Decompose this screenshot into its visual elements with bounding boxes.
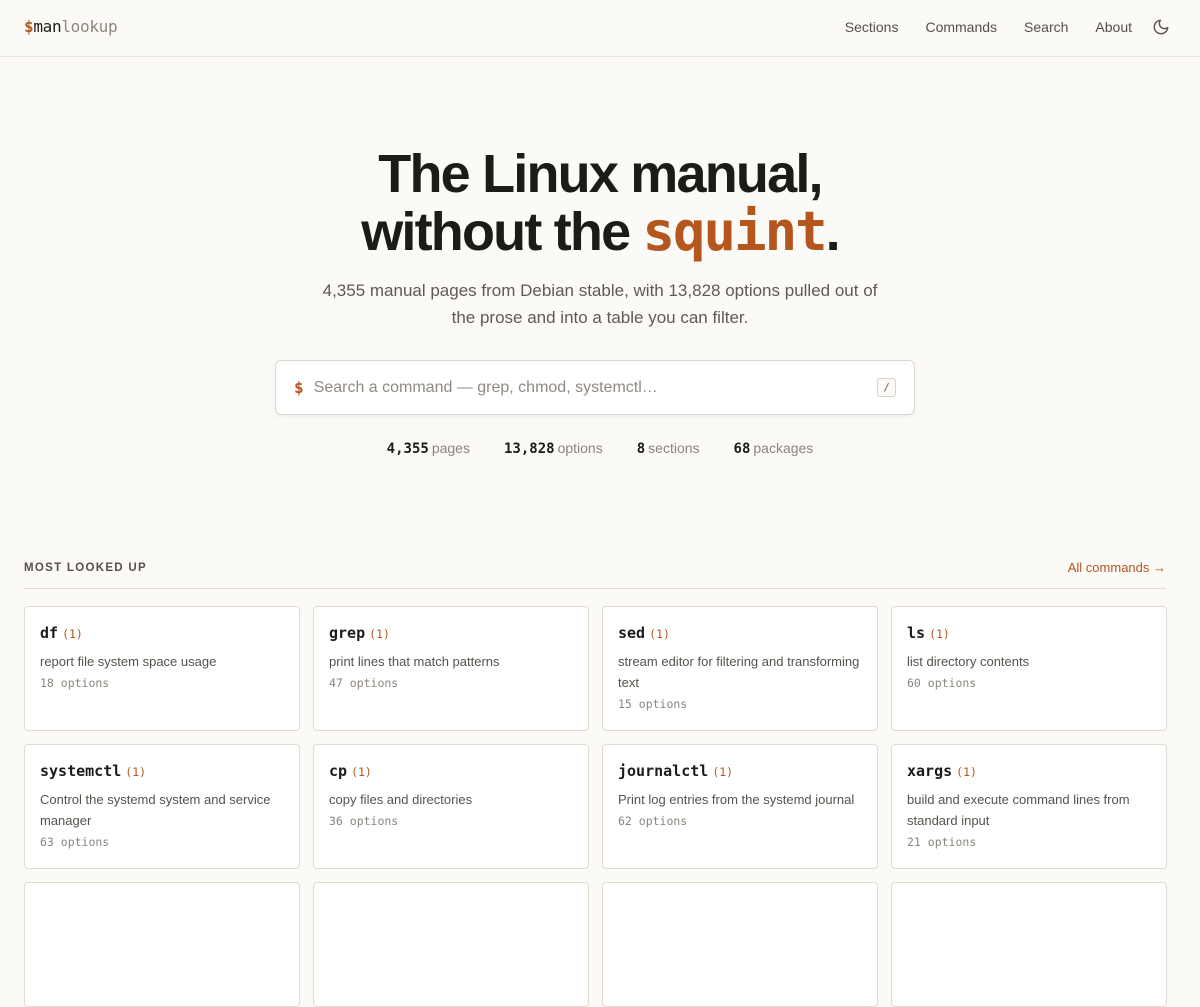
stat-label: options: [557, 440, 603, 456]
command-card[interactable]: xargs (1) build and execute command lines…: [891, 744, 1167, 869]
command-option-count: 36 options: [329, 814, 399, 828]
nav-commands[interactable]: Commands: [925, 19, 997, 35]
hero-title-line1: The Linux manual,: [378, 144, 823, 204]
command-name: cp: [329, 762, 348, 780]
command-section: (1): [712, 765, 734, 779]
command-name: systemctl: [40, 762, 122, 780]
command-description: copy files and directories: [329, 792, 473, 807]
search-prompt-icon: $: [294, 378, 304, 397]
command-name: ls: [907, 624, 926, 642]
moon-icon[interactable]: [1152, 18, 1170, 36]
command-card[interactable]: [313, 882, 589, 1007]
stat-label: sections: [648, 440, 700, 456]
stat-label: packages: [753, 440, 814, 456]
command-section: (1): [351, 765, 372, 779]
nav-search[interactable]: Search: [1024, 19, 1068, 35]
command-name: xargs: [907, 762, 953, 780]
command-description: Control the systemd system and service m…: [40, 792, 271, 828]
search-box: $ /: [275, 360, 915, 415]
command-card-grid: df (1) report file system space usage 18 …: [24, 606, 1167, 1007]
stat-label: pages: [431, 440, 470, 456]
search-input[interactable]: [313, 378, 877, 397]
nav-about[interactable]: About: [1095, 19, 1132, 35]
hero-subtitle: 4,355 manual pages from Debian stable, w…: [322, 281, 878, 327]
command-card[interactable]: systemctl (1) Control the systemd system …: [24, 744, 300, 869]
command-card[interactable]: cp (1) copy files and directories 36 opti…: [313, 744, 589, 869]
stat-sections: 8 sections: [637, 440, 700, 457]
command-card[interactable]: grep (1) print lines that match patterns …: [313, 606, 589, 731]
command-option-count: 60 options: [907, 676, 977, 690]
command-card[interactable]: sed (1) stream editor for filtering and t…: [602, 606, 878, 731]
main-nav: Sections Commands Search About: [818, 18, 1170, 36]
command-section: (1): [956, 765, 977, 779]
top-bar: $manlookup Sections Commands Search Abou…: [0, 0, 1200, 57]
command-description: report file system space usage: [40, 654, 217, 669]
command-description: print lines that match patterns: [329, 654, 500, 669]
hero-title-period: .: [825, 202, 841, 262]
command-option-count: 47 options: [329, 676, 399, 690]
stat-value: 13,828: [503, 441, 555, 457]
command-description: list directory contents: [907, 654, 1030, 669]
hero-title: The Linux manual, without the squint.: [0, 145, 1200, 261]
command-option-count: 63 options: [40, 835, 110, 849]
command-option-count: 15 options: [618, 697, 688, 711]
command-option-count: 18 options: [40, 676, 110, 690]
site-logo[interactable]: $manlookup: [24, 17, 118, 36]
command-card[interactable]: [891, 882, 1167, 1007]
all-commands-link[interactable]: All commands →: [1068, 560, 1166, 575]
stats-row: 4,355 pages 13,828 options 8 sections 68 pac…: [0, 440, 1200, 457]
section-title: MOST LOOKED UP: [24, 562, 147, 574]
stat-pages: 4,355 pages: [387, 440, 470, 457]
command-section: (1): [125, 765, 147, 779]
stat-options: 13,828 options: [504, 440, 603, 457]
logo-lookup: lookup: [61, 17, 118, 36]
command-option-count: 62 options: [618, 814, 688, 828]
command-name: grep: [329, 624, 366, 642]
most-looked-up-header: MOST LOOKED UP All commands →: [24, 558, 1166, 589]
stat-value: 8: [636, 441, 646, 457]
command-description: stream editor for filtering and transfor…: [618, 654, 860, 690]
hero: The Linux manual, without the squint. 4,…: [0, 145, 1200, 331]
command-card[interactable]: journalctl (1) Print log entries from the…: [602, 744, 878, 869]
nav-sections[interactable]: Sections: [845, 19, 899, 35]
hero-title-line2: without the: [361, 202, 643, 262]
command-section: (1): [929, 627, 950, 641]
command-section: (1): [369, 627, 390, 641]
command-section: (1): [62, 627, 83, 641]
command-name: df: [40, 624, 59, 642]
stat-value: 4,355: [386, 441, 429, 457]
command-name: sed: [618, 624, 646, 642]
slash-shortcut-key: /: [877, 378, 896, 397]
command-description: Print log entries from the systemd journ…: [618, 792, 855, 807]
logo-dollar: $: [24, 17, 34, 36]
stat-value: 68: [733, 441, 751, 457]
logo-man: man: [33, 17, 62, 36]
hero-title-accent: squint: [642, 200, 828, 263]
stat-packages: 68 packages: [734, 440, 814, 457]
command-card[interactable]: [602, 882, 878, 1007]
command-section: (1): [649, 627, 670, 641]
command-name: journalctl: [618, 762, 709, 780]
command-description: build and execute command lines from sta…: [907, 792, 1130, 828]
command-card[interactable]: ls (1) list directory contents 60 options: [891, 606, 1167, 731]
command-option-count: 21 options: [907, 835, 977, 849]
command-card[interactable]: df (1) report file system space usage 18 …: [24, 606, 300, 731]
command-card[interactable]: [24, 882, 300, 1007]
